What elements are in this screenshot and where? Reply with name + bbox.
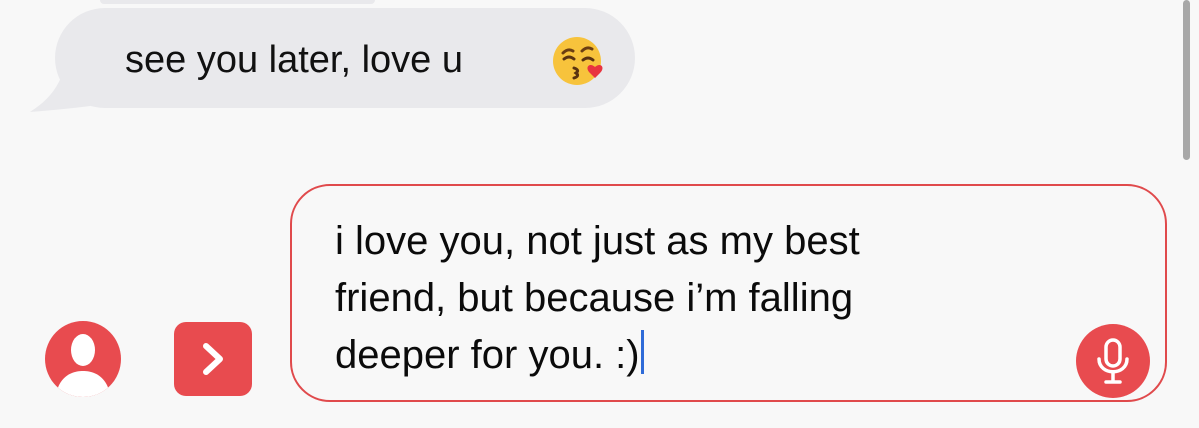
apps-expand-button[interactable]: [174, 322, 252, 396]
message-input-field[interactable]: i love you, not just as my best friend, …: [290, 184, 1167, 402]
face-blowing-a-kiss-icon: [553, 37, 603, 85]
text-caret: [640, 330, 644, 374]
message-input-line-with-caret: deeper for you. :): [335, 327, 1035, 384]
scrollbar[interactable]: [1183, 0, 1190, 160]
received-message-bubble: see you later, love u: [55, 8, 635, 108]
contact-button[interactable]: [45, 321, 121, 397]
dictation-button[interactable]: [1076, 324, 1150, 398]
message-input-line: deeper for you. :): [335, 333, 640, 377]
message-input-line: friend, but because i’m falling: [335, 276, 854, 320]
message-input-line: i love you, not just as my best: [335, 219, 860, 263]
received-message: see you later, love u: [30, 8, 640, 113]
previous-message-bubble-edge: [100, 0, 375, 4]
received-message-text: see you later, love u: [125, 39, 463, 81]
chevron-right-icon: [203, 343, 223, 375]
person-silhouette-icon: [55, 334, 111, 397]
microphone-icon: [1097, 338, 1129, 384]
message-input-text[interactable]: i love you, not just as my best friend, …: [335, 213, 1035, 384]
